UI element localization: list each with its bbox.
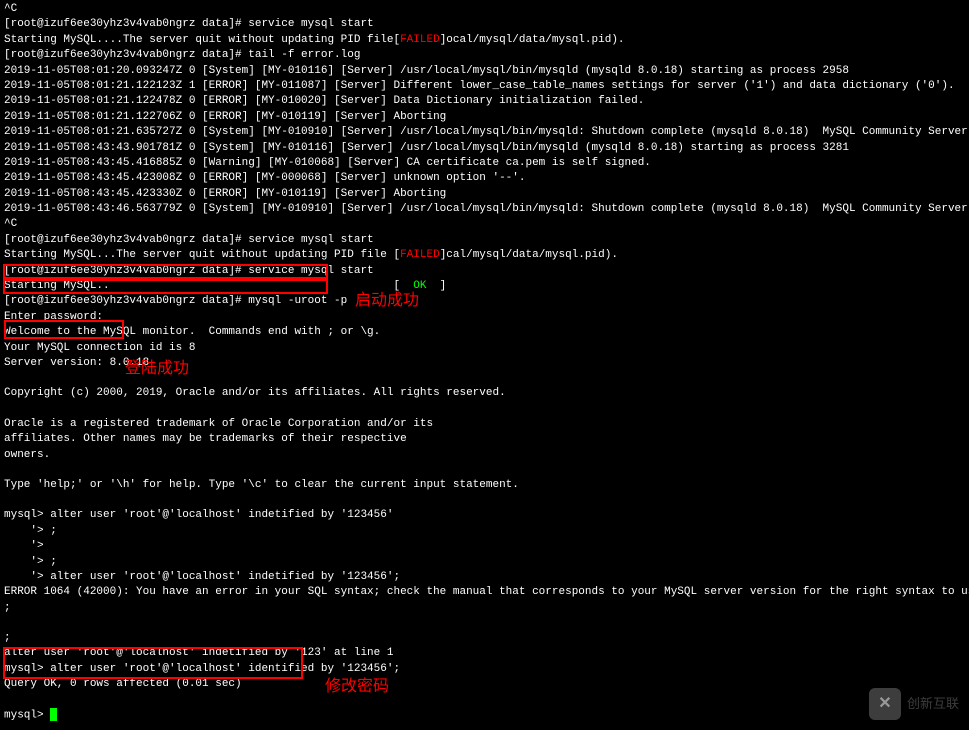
terminal-text: 2019-11-05T08:43:45.423330Z 0 [ERROR] [M…	[4, 188, 446, 200]
terminal-line: '>	[4, 539, 965, 554]
terminal-text: [root@izuf6ee30yhz3v4vab0ngrz data]# mys…	[4, 295, 347, 307]
terminal-line: affiliates. Other names may be trademark…	[4, 432, 965, 447]
terminal-line	[4, 371, 965, 386]
terminal-text: mysql>	[4, 709, 50, 721]
terminal-text: Enter password:	[4, 311, 103, 323]
terminal-line: alter user 'root'@'localhost' indetified…	[4, 646, 965, 661]
terminal-text: ;	[4, 602, 11, 614]
terminal-line: mysql> alter user 'root'@'localhost' ind…	[4, 508, 965, 523]
terminal-line	[4, 693, 965, 708]
terminal-line: '> alter user 'root'@'localhost' indetif…	[4, 570, 965, 585]
terminal-line: [root@izuf6ee30yhz3v4vab0ngrz data]# ser…	[4, 264, 965, 279]
terminal-line: [root@izuf6ee30yhz3v4vab0ngrz data]# ser…	[4, 233, 965, 248]
terminal-text: ^C	[4, 218, 17, 230]
terminal-line: [root@izuf6ee30yhz3v4vab0ngrz data]# tai…	[4, 48, 965, 63]
terminal-line: owners.	[4, 448, 965, 463]
terminal-text: '> ;	[4, 525, 57, 537]
terminal-line: Query OK, 0 rows affected (0.01 sec)	[4, 677, 965, 692]
terminal-line: 2019-11-05T08:01:20.093247Z 0 [System] […	[4, 64, 965, 79]
terminal-line: 2019-11-05T08:43:43.901781Z 0 [System] […	[4, 141, 965, 156]
terminal-line: 2019-11-05T08:01:21.635727Z 0 [System] […	[4, 125, 965, 140]
terminal-line: Copyright (c) 2000, 2019, Oracle and/or …	[4, 386, 965, 401]
terminal-text: ^C	[4, 3, 17, 15]
terminal-text: 2019-11-05T08:43:45.423008Z 0 [ERROR] [M…	[4, 172, 526, 184]
terminal-line: Your MySQL connection id is 8	[4, 341, 965, 356]
terminal-text: ;	[4, 632, 11, 644]
terminal-text: ]	[426, 280, 446, 292]
terminal-text: 2019-11-05T08:43:45.416885Z 0 [Warning] …	[4, 157, 651, 169]
terminal-line	[4, 402, 965, 417]
terminal-line: ^C	[4, 217, 965, 232]
terminal-line: Enter password:	[4, 310, 965, 325]
watermark-icon: ✕	[869, 688, 901, 720]
terminal-text: '>	[4, 540, 44, 552]
terminal-text: Type 'help;' or '\h' for help. Type '\c'…	[4, 479, 519, 491]
terminal-line: mysql>	[4, 708, 965, 724]
terminal-line: '> ;	[4, 524, 965, 539]
terminal-text: ]cal/mysql/data/mysql.pid).	[440, 249, 618, 261]
terminal-line: [root@izuf6ee30yhz3v4vab0ngrz data]# ser…	[4, 17, 965, 32]
terminal-text: owners.	[4, 449, 50, 461]
watermark-text: 创新互联	[907, 695, 959, 713]
terminal-line	[4, 616, 965, 631]
terminal-text: Your MySQL connection id is 8	[4, 342, 195, 354]
terminal-text: '> ;	[4, 556, 57, 568]
terminal-line: Starting MySQL....The server quit withou…	[4, 33, 965, 48]
terminal-text: alter user 'root'@'localhost' indetified…	[4, 647, 393, 659]
terminal-text: mysql> alter user 'root'@'localhost' ind…	[4, 509, 393, 521]
terminal-line: 2019-11-05T08:43:45.423330Z 0 [ERROR] [M…	[4, 187, 965, 202]
terminal-line	[4, 493, 965, 508]
terminal-line: '> ;	[4, 555, 965, 570]
terminal-text: Starting MySQL.. [	[4, 280, 413, 292]
terminal-line	[4, 463, 965, 478]
terminal-text: 2019-11-05T08:01:21.122478Z 0 [ERROR] [M…	[4, 95, 644, 107]
terminal-line: ;	[4, 631, 965, 646]
terminal-line: Welcome to the MySQL monitor. Commands e…	[4, 325, 965, 340]
terminal-line: 2019-11-05T08:01:21.122123Z 1 [ERROR] [M…	[4, 79, 965, 94]
terminal-line: ^C	[4, 2, 965, 17]
terminal-line: Oracle is a registered trademark of Orac…	[4, 417, 965, 432]
terminal-text: Starting MySQL...The server quit without…	[4, 249, 400, 261]
terminal-text: ERROR 1064 (42000): You have an error in…	[4, 586, 969, 598]
terminal-line: Server version: 8.0.18	[4, 356, 965, 371]
terminal-text: [root@izuf6ee30yhz3v4vab0ngrz data]# ser…	[4, 18, 374, 30]
terminal-line: 2019-11-05T08:43:45.423008Z 0 [ERROR] [M…	[4, 171, 965, 186]
terminal-text: Server version: 8.0.18	[4, 357, 149, 369]
terminal-text: Query OK, 0 rows affected (0.01 sec)	[4, 678, 242, 690]
terminal-line: 2019-11-05T08:43:45.416885Z 0 [Warning] …	[4, 156, 965, 171]
terminal-text: FAILED	[400, 249, 440, 261]
watermark: ✕ 创新互联	[869, 688, 959, 720]
terminal-line: Type 'help;' or '\h' for help. Type '\c'…	[4, 478, 965, 493]
terminal-text: [root@izuf6ee30yhz3v4vab0ngrz data]# ser…	[4, 234, 374, 246]
terminal-line: Starting MySQL.. [ OK ]	[4, 279, 965, 294]
terminal-line: 2019-11-05T08:01:21.122706Z 0 [ERROR] [M…	[4, 110, 965, 125]
terminal-text: 2019-11-05T08:43:46.563779Z 0 [System] […	[4, 203, 969, 215]
terminal-text: 2019-11-05T08:01:21.122123Z 1 [ERROR] [M…	[4, 80, 955, 92]
cursor	[50, 708, 57, 721]
terminal-text: '> alter user 'root'@'localhost' indetif…	[4, 571, 400, 583]
terminal-output[interactable]: ^C [root@izuf6ee30yhz3v4vab0ngrz data]# s…	[0, 0, 969, 725]
terminal-text: 2019-11-05T08:43:43.901781Z 0 [System] […	[4, 142, 849, 154]
terminal-line: ;	[4, 601, 965, 616]
terminal-text: Oracle is a registered trademark of Orac…	[4, 418, 433, 430]
terminal-line: 2019-11-05T08:01:21.122478Z 0 [ERROR] [M…	[4, 94, 965, 109]
terminal-text: Starting MySQL....The server quit withou…	[4, 34, 400, 46]
terminal-text: mysql> alter user 'root'@'localhost' ide…	[4, 663, 400, 675]
terminal-text: OK	[413, 280, 426, 292]
terminal-text: 2019-11-05T08:01:20.093247Z 0 [System] […	[4, 65, 849, 77]
terminal-line: [root@izuf6ee30yhz3v4vab0ngrz data]# mys…	[4, 294, 965, 309]
terminal-text: FAILED	[400, 34, 440, 46]
terminal-text: 2019-11-05T08:01:21.122706Z 0 [ERROR] [M…	[4, 111, 446, 123]
terminal-text: Copyright (c) 2000, 2019, Oracle and/or …	[4, 387, 506, 399]
terminal-text: Welcome to the MySQL monitor. Commands e…	[4, 326, 380, 338]
terminal-line: 2019-11-05T08:43:46.563779Z 0 [System] […	[4, 202, 965, 217]
terminal-line: ERROR 1064 (42000): You have an error in…	[4, 585, 965, 600]
terminal-text: [root@izuf6ee30yhz3v4vab0ngrz data]# tai…	[4, 49, 360, 61]
terminal-line: mysql> alter user 'root'@'localhost' ide…	[4, 662, 965, 677]
terminal-text: ]ocal/mysql/data/mysql.pid).	[440, 34, 625, 46]
terminal-text: 2019-11-05T08:01:21.635727Z 0 [System] […	[4, 126, 969, 138]
terminal-line: Starting MySQL...The server quit without…	[4, 248, 965, 263]
terminal-text: affiliates. Other names may be trademark…	[4, 433, 407, 445]
terminal-text: [root@izuf6ee30yhz3v4vab0ngrz data]# ser…	[4, 265, 374, 277]
